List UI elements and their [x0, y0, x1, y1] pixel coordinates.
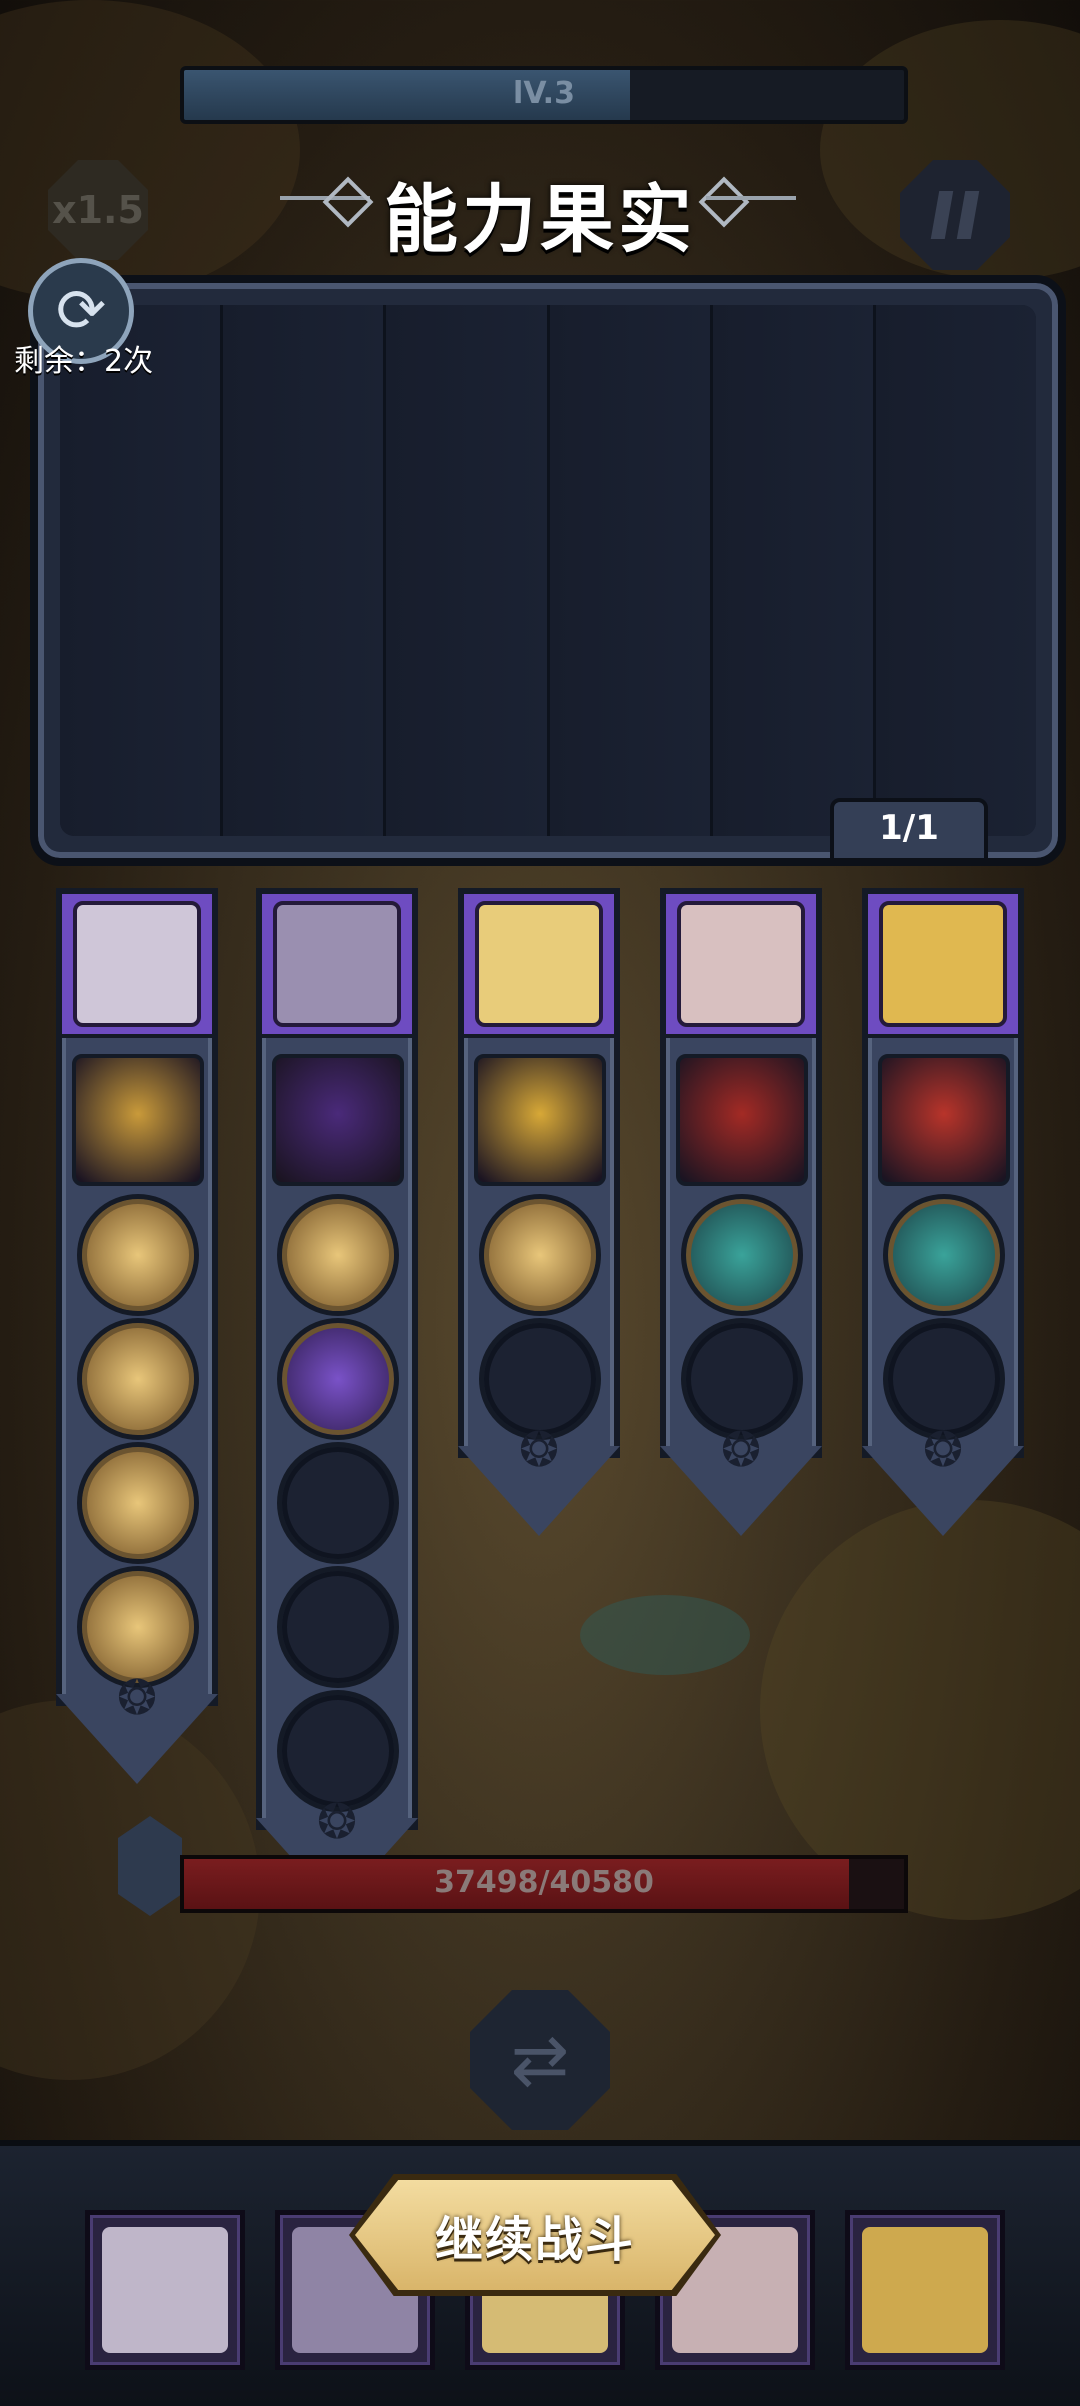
- hero-skill-icon[interactable]: [878, 1054, 1010, 1186]
- ability-fruit-slot-filled[interactable]: [77, 1442, 199, 1564]
- hero-column-1: ❂: [56, 888, 218, 1784]
- fruit-slot[interactable]: [549, 305, 713, 836]
- hero-portrait[interactable]: [464, 894, 614, 1038]
- battle-circle: [580, 1595, 750, 1675]
- hero-column-3: ❂: [458, 888, 620, 1536]
- ability-fruit-slot-filled[interactable]: [883, 1194, 1005, 1316]
- hero-face: [677, 901, 805, 1027]
- column-emblem-icon: ❂: [518, 1422, 560, 1478]
- ability-fruit-slot-filled[interactable]: [77, 1194, 199, 1316]
- hero-face: [475, 901, 603, 1027]
- hero-avatar: [862, 2227, 988, 2353]
- ability-fruit-slot-filled[interactable]: [277, 1194, 399, 1316]
- page-indicator: 1/1: [830, 798, 988, 862]
- column-emblem-icon: ❂: [116, 1670, 158, 1726]
- hero-face: [879, 901, 1007, 1027]
- ability-fruit-slot-filled[interactable]: [681, 1194, 803, 1316]
- level-text: lV.3: [513, 76, 575, 111]
- hero-column-2: ❂: [256, 888, 418, 1908]
- fruit-slot[interactable]: [386, 305, 550, 836]
- fruit-slot[interactable]: [875, 305, 1036, 836]
- ability-fruit-slot-filled[interactable]: [479, 1194, 601, 1316]
- hero-portrait[interactable]: [666, 894, 816, 1038]
- fruit-slot[interactable]: [712, 305, 876, 836]
- hero-skill-icon[interactable]: [72, 1054, 204, 1186]
- team-slot[interactable]: [845, 2210, 1005, 2370]
- hero-portrait[interactable]: [262, 894, 412, 1038]
- column-emblem-icon: ❂: [316, 1794, 358, 1850]
- hero-portrait[interactable]: [62, 894, 212, 1038]
- page-title: 能力果实: [384, 177, 696, 263]
- continue-battle-label: 继续战斗: [434, 2212, 635, 2268]
- team-slot[interactable]: [85, 2210, 245, 2370]
- refresh-remaining-text: 剩余：2次: [14, 344, 154, 379]
- boss-hp-text: 37498/40580: [434, 1865, 654, 1900]
- title-decoration-right-line: [706, 196, 796, 200]
- column-emblem-icon: ❂: [922, 1422, 964, 1478]
- swap-icon: ⇄: [510, 2019, 570, 2101]
- hero-skill-icon[interactable]: [272, 1054, 404, 1186]
- fruit-slot[interactable]: [60, 305, 224, 836]
- ability-fruit-slot-filled[interactable]: [77, 1318, 199, 1440]
- continue-battle-button[interactable]: 继续战斗: [355, 2180, 715, 2290]
- ability-fruit-panel: 1/1: [30, 275, 1066, 866]
- ability-fruit-slot-empty[interactable]: [277, 1442, 399, 1564]
- hero-column-5: ❂: [862, 888, 1024, 1536]
- hero-avatar: [102, 2227, 228, 2353]
- boss-hp-bar: 37498/40580: [180, 1855, 908, 1913]
- level-progress-bar: lV.3: [180, 66, 908, 124]
- fruit-card-grid: [60, 305, 1036, 836]
- ability-fruit-slot-empty[interactable]: [277, 1566, 399, 1688]
- column-emblem-icon: ❂: [720, 1422, 762, 1478]
- hero-column-4: ❂: [660, 888, 822, 1536]
- switch-team-button[interactable]: ⇄: [470, 1990, 610, 2130]
- ability-fruit-slot-filled[interactable]: [277, 1318, 399, 1440]
- hero-skill-icon[interactable]: [474, 1054, 606, 1186]
- hero-skill-icon[interactable]: [676, 1054, 808, 1186]
- hero-face: [73, 901, 201, 1027]
- hero-portrait[interactable]: [868, 894, 1018, 1038]
- hero-face: [273, 901, 401, 1027]
- fruit-slot[interactable]: [223, 305, 387, 836]
